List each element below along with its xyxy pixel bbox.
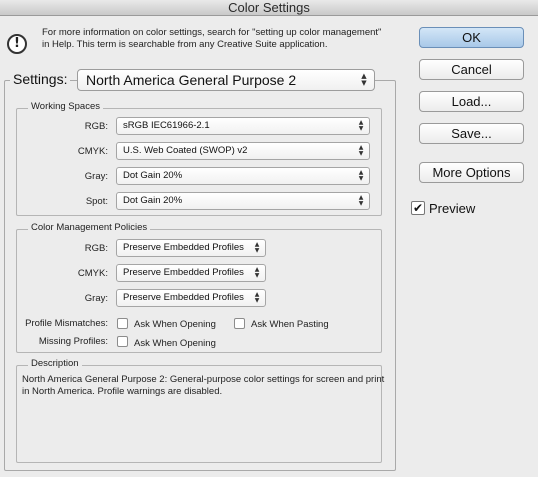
info-message: For more information on color settings, … xyxy=(42,27,382,50)
policy-rgb-value: Preserve Embedded Profiles xyxy=(123,242,244,253)
cancel-button[interactable]: Cancel xyxy=(419,59,524,80)
preview-checkbox[interactable]: ✔ xyxy=(411,201,425,215)
alert-info-icon: ! xyxy=(7,34,27,54)
preview-label[interactable]: Preview xyxy=(429,201,475,216)
policy-cmyk-popup[interactable]: Preserve Embedded Profiles ▲ ▼ xyxy=(116,264,266,282)
ws-spot-popup[interactable]: Dot Gain 20% ▲ ▼ xyxy=(116,192,370,210)
policy-gray-popup[interactable]: Preserve Embedded Profiles ▲ ▼ xyxy=(116,289,266,307)
updown-arrows-icon: ▲ ▼ xyxy=(361,72,367,87)
mismatch-ask-pasting-label[interactable]: Ask When Pasting xyxy=(251,319,329,330)
window-title: Color Settings xyxy=(0,0,538,16)
missing-ask-opening-label[interactable]: Ask When Opening xyxy=(134,338,216,349)
ws-cmyk-label: CMYK: xyxy=(77,146,108,157)
policies-title: Color Management Policies xyxy=(28,222,151,233)
more-options-button[interactable]: More Options xyxy=(419,162,524,183)
updown-arrows-icon: ▲ ▼ xyxy=(254,291,260,304)
working-spaces-title: Working Spaces xyxy=(28,101,103,112)
ws-spot-label: Spot: xyxy=(85,196,108,207)
ws-rgb-value: sRGB IEC61966-2.1 xyxy=(123,120,210,131)
settings-popup-value: North America General Purpose 2 xyxy=(86,72,297,88)
ws-rgb-popup[interactable]: sRGB IEC61966-2.1 ▲ ▼ xyxy=(116,117,370,135)
updown-arrows-icon: ▲ ▼ xyxy=(358,194,364,207)
policy-cmyk-label: CMYK: xyxy=(77,268,108,279)
mismatch-ask-pasting-checkbox[interactable] xyxy=(234,318,245,329)
settings-popup[interactable]: North America General Purpose 2 ▲ ▼ xyxy=(77,69,375,91)
description-text: North America General Purpose 2: General… xyxy=(22,374,385,397)
updown-arrows-icon: ▲ ▼ xyxy=(358,169,364,182)
ws-cmyk-popup[interactable]: U.S. Web Coated (SWOP) v2 ▲ ▼ xyxy=(116,142,370,160)
updown-arrows-icon: ▲ ▼ xyxy=(254,241,260,254)
policy-rgb-label: RGB: xyxy=(84,243,108,254)
ok-button[interactable]: OK xyxy=(419,27,524,48)
missing-profiles-label: Missing Profiles: xyxy=(38,336,108,347)
updown-arrows-icon: ▲ ▼ xyxy=(254,266,260,279)
mismatch-ask-opening-checkbox[interactable] xyxy=(117,318,128,329)
ws-gray-popup[interactable]: Dot Gain 20% ▲ ▼ xyxy=(116,167,370,185)
policy-cmyk-value: Preserve Embedded Profiles xyxy=(123,267,244,278)
updown-arrows-icon: ▲ ▼ xyxy=(358,144,364,157)
settings-label: Settings: xyxy=(10,71,71,87)
save-button[interactable]: Save... xyxy=(419,123,524,144)
load-button[interactable]: Load... xyxy=(419,91,524,112)
ws-gray-value: Dot Gain 20% xyxy=(123,170,183,181)
policy-gray-label: Gray: xyxy=(84,293,108,304)
profile-mismatches-label: Profile Mismatches: xyxy=(25,318,108,329)
mismatch-ask-opening-label[interactable]: Ask When Opening xyxy=(134,319,216,330)
ws-cmyk-value: U.S. Web Coated (SWOP) v2 xyxy=(123,145,248,156)
policy-gray-value: Preserve Embedded Profiles xyxy=(123,292,244,303)
ws-rgb-label: RGB: xyxy=(84,121,108,132)
description-title: Description xyxy=(28,358,82,369)
missing-ask-opening-checkbox[interactable] xyxy=(117,336,128,347)
updown-arrows-icon: ▲ ▼ xyxy=(358,119,364,132)
policy-rgb-popup[interactable]: Preserve Embedded Profiles ▲ ▼ xyxy=(116,239,266,257)
ws-gray-label: Gray: xyxy=(84,171,108,182)
ws-spot-value: Dot Gain 20% xyxy=(123,195,183,206)
